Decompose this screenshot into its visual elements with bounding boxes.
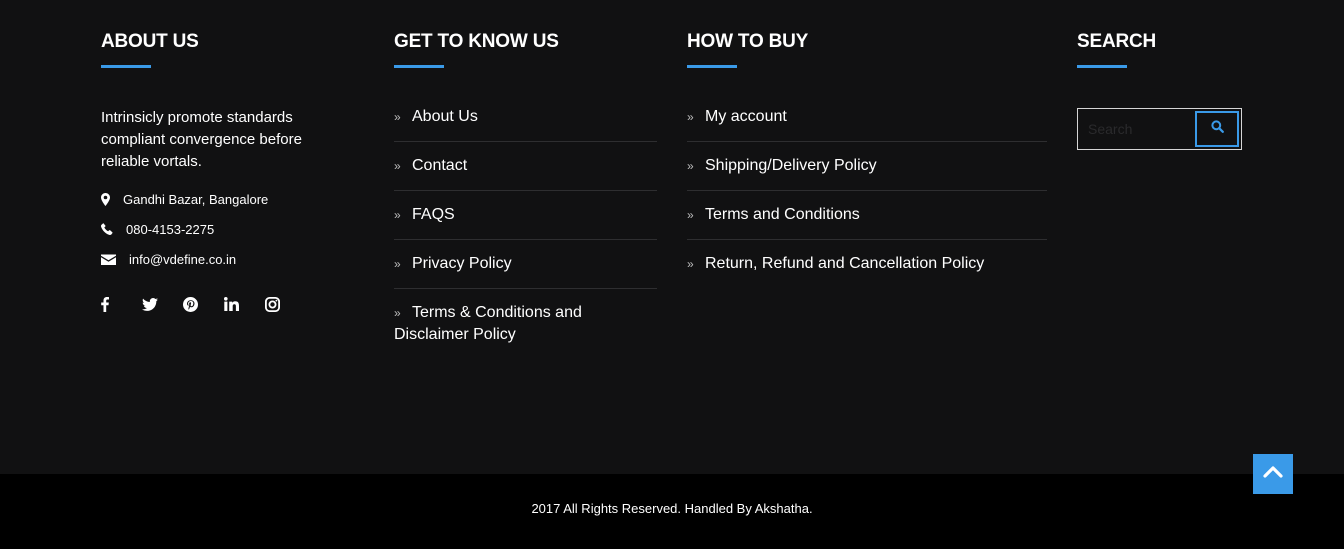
angle-double-right-icon: » <box>394 306 401 320</box>
title-underline <box>101 65 151 68</box>
link-label: Return, Refund and Cancellation Policy <box>705 255 985 272</box>
buy-title: HOW TO BUY <box>687 31 809 52</box>
footer-main: ABOUT US Intrinsicly promote standards c… <box>0 0 1344 474</box>
social-links <box>101 295 341 313</box>
contact-email: info@vdefine.co.in <box>101 244 341 274</box>
twitter-icon[interactable] <box>142 295 183 313</box>
search-column: SEARCH <box>1077 30 1247 150</box>
linkedin-icon[interactable] <box>224 295 265 313</box>
angle-double-right-icon: » <box>687 257 694 271</box>
link-label: Shipping/Delivery Policy <box>705 157 877 174</box>
buy-column: HOW TO BUY » My account » Shipping/Deliv… <box>687 30 1047 288</box>
search-icon <box>1210 120 1224 138</box>
contact-list: Gandhi Bazar, Bangalore 080-4153-2275 in… <box>101 184 341 274</box>
angle-double-right-icon: » <box>687 208 694 222</box>
contact-address: Gandhi Bazar, Bangalore <box>101 184 341 214</box>
angle-double-right-icon: » <box>687 110 694 124</box>
link-about-us[interactable]: » About Us <box>394 106 657 142</box>
title-underline <box>687 65 737 68</box>
contact-phone: 080-4153-2275 <box>101 214 341 244</box>
facebook-icon[interactable] <box>101 295 142 313</box>
link-label: My account <box>705 108 787 125</box>
chevron-up-icon <box>1263 465 1283 483</box>
know-title: GET TO KNOW US <box>394 31 559 52</box>
link-label: Terms & Conditions and Disclaimer Policy <box>394 304 582 343</box>
phone-text: 080-4153-2275 <box>126 221 215 237</box>
search-button[interactable] <box>1195 111 1239 147</box>
title-underline <box>394 65 444 68</box>
angle-double-right-icon: » <box>687 159 694 173</box>
instagram-icon[interactable] <box>265 295 306 313</box>
know-links: » About Us » Contact » FAQS » Privacy Po… <box>394 106 657 359</box>
map-marker-icon <box>101 192 123 206</box>
link-terms-conditions[interactable]: » Terms and Conditions <box>687 191 1047 240</box>
buy-links: » My account » Shipping/Delivery Policy … <box>687 106 1047 288</box>
pinterest-icon[interactable] <box>183 295 224 313</box>
link-terms-disclaimer[interactable]: » Terms & Conditions and Disclaimer Polic… <box>394 289 657 359</box>
link-shipping-delivery[interactable]: » Shipping/Delivery Policy <box>687 142 1047 191</box>
angle-double-right-icon: » <box>394 257 401 271</box>
copyright-text: 2017 All Rights Reserved. Handled By Aks… <box>531 501 813 516</box>
link-return-refund[interactable]: » Return, Refund and Cancellation Policy <box>687 240 1047 288</box>
back-to-top-button[interactable] <box>1253 454 1293 494</box>
link-label: FAQS <box>412 206 455 223</box>
link-privacy-policy[interactable]: » Privacy Policy <box>394 240 657 289</box>
know-column: GET TO KNOW US » About Us » Contact » FA… <box>394 30 657 359</box>
about-column: ABOUT US Intrinsicly promote standards c… <box>101 30 341 313</box>
angle-double-right-icon: » <box>394 110 401 124</box>
link-label: Privacy Policy <box>412 255 512 272</box>
search-input[interactable] <box>1080 111 1195 147</box>
title-underline <box>1077 65 1127 68</box>
link-label: About Us <box>412 108 478 125</box>
about-title: ABOUT US <box>101 31 199 52</box>
search-title: SEARCH <box>1077 31 1157 52</box>
angle-double-right-icon: » <box>394 159 401 173</box>
link-label: Contact <box>412 157 468 174</box>
address-text: Gandhi Bazar, Bangalore <box>123 191 269 207</box>
email-text: info@vdefine.co.in <box>129 251 237 267</box>
envelope-icon <box>101 254 129 265</box>
phone-icon <box>101 223 126 235</box>
about-description: Intrinsicly promote standards compliant … <box>101 109 302 170</box>
footer-bottom-bar: 2017 All Rights Reserved. Handled By Aks… <box>0 474 1344 549</box>
angle-double-right-icon: » <box>394 208 401 222</box>
link-contact[interactable]: » Contact <box>394 142 657 191</box>
link-my-account[interactable]: » My account <box>687 106 1047 142</box>
search-form <box>1077 108 1242 150</box>
link-faqs[interactable]: » FAQS <box>394 191 657 240</box>
link-label: Terms and Conditions <box>705 206 860 223</box>
